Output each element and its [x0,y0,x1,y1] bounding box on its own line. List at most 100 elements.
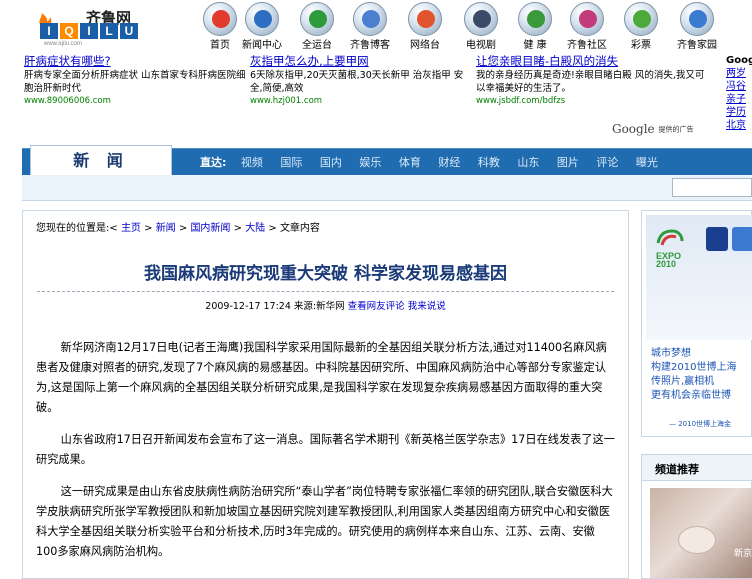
nav-item-community[interactable]: 齐鲁社区 [557,0,617,52]
breadcrumb-current: 文章内容 [279,223,320,234]
quick-nav-label: 直达: [200,156,227,169]
view-comments-link[interactable]: 查看网友评论 [348,301,405,312]
article-paragraph: 这一研究成果是由山东省皮肤病性病防治研究所“泰山学者”岗位特聘专家张福仁率领的研… [36,485,613,558]
breadcrumb-link-home[interactable]: 主页 [121,223,141,234]
nav-item-home-garden[interactable]: 齐鲁家园 [667,0,727,52]
expo-emblem-icon [732,227,752,251]
health-icon [518,2,552,36]
expo-artwork: EXPO 2010 [646,215,752,340]
quick-nav-entertainment[interactable]: 娱乐 [359,156,381,169]
network-icon [408,2,442,36]
expo-logo-icon: EXPO 2010 [656,229,684,269]
right-ad-link[interactable]: 冯谷 [726,80,752,93]
ad-text: 6天除灰指甲,20天灭菌根,30天长新甲 治灰指甲 安全,简便,高效 [250,70,464,94]
ad-text: 我的亲身经历真是奇迹!亲眼目睹白殿 风的消失,我又可以幸福美好的生活了。 [476,70,705,94]
recommend-header: 频道推荐 [642,455,752,481]
post-comment-link[interactable]: 我来说说 [408,301,446,312]
nav-item-label: 新闻中心 [242,40,282,51]
home-garden-icon [680,2,714,36]
site-logo[interactable]: 齐鲁网 IQILU www.iqilu.com [26,5,138,49]
quick-nav-shandong[interactable]: 山东 [517,156,539,169]
site-header: 齐鲁网 IQILU www.iqilu.com 首页 新闻中心 全运台 齐鲁博客… [0,0,752,52]
article-meta: 2009-12-17 17:24 来源:新华网 查看网友评论 我来说说 [23,298,628,312]
ad-url[interactable]: www.hzj001.com [250,95,468,108]
ad-item[interactable]: 让您亲眼目睹-白殿风的消失 我的亲身经历真是奇迹!亲眼目睹白殿 风的消失,我又可… [476,54,706,108]
nav-item-label: 网络台 [410,40,440,51]
blog-icon [353,2,387,36]
channel-sub-bar [22,175,752,201]
logo-letters: IQILU [40,23,138,39]
channel-tab-news[interactable]: 新 闻 [30,145,172,176]
right-ad-link[interactable]: 两岁 [726,67,752,80]
ad-item[interactable]: 灰指甲怎么办,上要甲网 6天除灰指甲,20天灭菌根,30天长新甲 治灰指甲 安全… [250,54,468,108]
nav-item-lottery[interactable]: 彩票 [611,0,671,52]
breadcrumb-link-domestic[interactable]: 国内新闻 [190,223,230,234]
nav-item-label: 齐鲁社区 [567,40,607,51]
search-input[interactable] [672,178,752,197]
google-brand: Google [612,122,655,136]
nav-item-label: 彩票 [631,40,651,51]
right-ad-link[interactable]: 亲子 [726,93,752,106]
channel-quick-nav: 直达: 视频 国际 国内 娱乐 体育 财经 科教 山东 图片 评论 曝光 [200,149,665,176]
community-icon [570,2,604,36]
ad-url[interactable]: www.jsbdf.com/bdfzs [476,95,706,108]
article-body: 新华网济南12月17日电(记者王海鹰)我国科学家采用国际最新的全基因组关联分析方… [36,338,616,574]
news-icon [245,2,279,36]
breadcrumb: 您现在的位置是:< 主页 > 新闻 > 国内新闻 > 大陆 > 文章内容 [36,223,320,234]
recommend-photo[interactable]: 新京 [650,488,752,578]
nav-item-sports[interactable]: 全运台 [287,0,347,52]
ad-title[interactable]: 让您亲眼目睹-白殿风的消失 [476,54,706,69]
expo-signature: — 2010世博上海金 [669,420,732,428]
photo-subject [678,526,716,554]
quick-nav-exposure[interactable]: 曝光 [636,156,658,169]
photo-caption: 新京 [734,549,752,559]
article-title: 我国麻风病研究现重大突破 科学家发现易感基因 [144,264,507,284]
nav-item-network[interactable]: 网络台 [395,0,455,52]
title-divider [37,291,614,292]
ad-title[interactable]: 灰指甲怎么办,上要甲网 [250,54,468,69]
article-source: 来源:新华网 [293,301,345,312]
quick-nav-domestic[interactable]: 国内 [320,156,342,169]
right-ad-link[interactable]: 北京 [726,119,752,132]
ad-item[interactable]: 肝病症状有哪些? 肝病专家全面分析肝病症状 山东首家专科肝病医院细胞治肝新时代 … [24,54,246,108]
right-sidebar: EXPO 2010 城市梦想 构建2010世博上海 传照片,赢相机 更有机会亲临… [641,210,752,579]
nav-item-label: 健 康 [523,40,547,51]
ad-url[interactable]: www.89006006.com [24,95,246,108]
svg-text:2010: 2010 [656,259,676,269]
quick-nav-finance[interactable]: 财经 [438,156,460,169]
nav-item-blog[interactable]: 齐鲁博客 [340,0,400,52]
expo-text: 城市梦想 构建2010世博上海 传照片,赢相机 更有机会亲临世博 [651,348,737,401]
quick-nav-comment[interactable]: 评论 [596,156,618,169]
nav-item-label: 全运台 [302,40,332,51]
quick-nav-education[interactable]: 科教 [478,156,500,169]
tv-icon [464,2,498,36]
breadcrumb-link-mainland[interactable]: 大陆 [245,223,265,234]
quick-nav-pictures[interactable]: 图片 [557,156,579,169]
nav-item-label: 电视剧 [466,40,496,51]
nav-item-news[interactable]: 新闻中心 [232,0,292,52]
google-ads: 肝病症状有哪些? 肝病专家全面分析肝病症状 山东首家专科肝病医院细胞治肝新时代 … [0,52,752,142]
google-suffix: 提供的广告 [658,125,694,134]
nav-item-health[interactable]: 健 康 [505,0,565,52]
google-ads-label[interactable]: Google 提供的广告 [612,122,693,136]
nav-item-tv[interactable]: 电视剧 [451,0,511,52]
channel-bar: 新 闻 直达: 视频 国际 国内 娱乐 体育 财经 科教 山东 图片 评论 曝光 [22,145,752,176]
quick-nav-video[interactable]: 视频 [241,156,263,169]
breadcrumb-link-news[interactable]: 新闻 [156,223,176,234]
quick-nav-international[interactable]: 国际 [280,156,302,169]
logo-url: www.iqilu.com [44,41,83,47]
nav-item-label: 齐鲁家园 [677,40,717,51]
sports-icon [300,2,334,36]
right-ad-link[interactable]: 学历 [726,106,752,119]
ad-title[interactable]: 肝病症状有哪些? [24,54,246,69]
channel-recommend-panel: 频道推荐 新京 [641,454,752,579]
nav-item-label: 齐鲁博客 [350,40,390,51]
lottery-icon [624,2,658,36]
article-paragraph: 山东省政府17日召开新闻发布会宣布了这一消息。国际著名学术期刊《新英格兰医学杂志… [36,433,615,466]
right-ad-block: Googl 两岁 冯谷 亲子 学历 北京 [726,54,752,132]
right-ad-title: Googl [726,55,752,66]
expo-mascot-icon [706,227,728,251]
article-paragraph: 新华网济南12月17日电(记者王海鹰)我国科学家采用国际最新的全基因组关联分析方… [36,341,607,414]
quick-nav-sports[interactable]: 体育 [399,156,421,169]
expo-banner[interactable]: EXPO 2010 城市梦想 构建2010世博上海 传照片,赢相机 更有机会亲临… [641,210,752,437]
